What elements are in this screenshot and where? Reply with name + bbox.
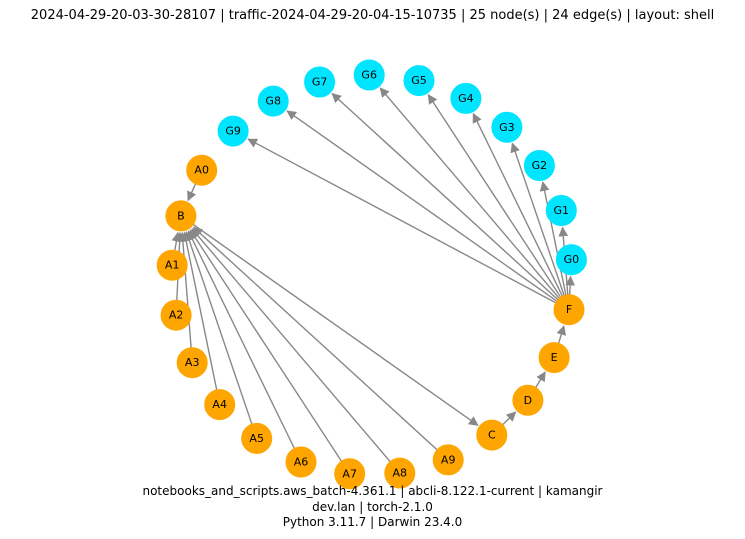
node-G5: G5 xyxy=(404,66,434,96)
page-footer: notebooks_and_scripts.aws_batch-4.361.1 … xyxy=(0,484,745,531)
node-G8: G8 xyxy=(258,86,288,116)
edge-F-G9 xyxy=(248,139,556,303)
node-G9: G9 xyxy=(218,116,248,146)
edge-A6-B xyxy=(188,231,294,448)
node-D: D xyxy=(513,385,543,415)
node-A9: A9 xyxy=(433,445,463,475)
graph-canvas: G0G1G2G3G4G5G6G7G8G9A0BA1A2A3A4A5A6A7A8A… xyxy=(0,0,745,539)
node-G0: G0 xyxy=(556,245,586,275)
edge-A9-B xyxy=(194,227,438,449)
edge-B-C xyxy=(193,225,478,426)
edge-F-G0 xyxy=(570,277,571,295)
nodes-layer: G0G1G2G3G4G5G6G7G8G9A0BA1A2A3A4A5A6A7A8A… xyxy=(157,60,586,489)
node-A4: A4 xyxy=(205,390,235,420)
node-A0: A0 xyxy=(187,155,217,185)
node-G7: G7 xyxy=(305,67,335,97)
footer-line-1: notebooks_and_scripts.aws_batch-4.361.1 … xyxy=(0,484,745,500)
edge-D-E xyxy=(536,372,546,387)
footer-line-3: Python 3.11.7 | Darwin 23.4.0 xyxy=(0,515,745,531)
edge-A3-B xyxy=(182,233,191,348)
edge-A8-B xyxy=(192,229,390,462)
edge-F-G7 xyxy=(332,94,558,300)
node-G1: G1 xyxy=(546,196,576,226)
node-C: C xyxy=(477,420,507,450)
node-A5: A5 xyxy=(242,423,272,453)
edge-A0-B xyxy=(188,184,196,201)
node-G6: G6 xyxy=(354,60,384,90)
footer-line-2: dev.lan | torch-2.1.0 xyxy=(0,500,745,516)
node-G2: G2 xyxy=(524,151,554,181)
node-G3: G3 xyxy=(492,112,522,142)
node-G4: G4 xyxy=(451,83,481,113)
edge-C-D xyxy=(503,412,516,425)
node-A1: A1 xyxy=(157,250,187,280)
edge-A1-B xyxy=(175,233,178,251)
node-B: B xyxy=(166,201,196,231)
node-A3: A3 xyxy=(177,348,207,378)
edge-E-F xyxy=(559,326,564,343)
node-A6: A6 xyxy=(286,447,316,477)
node-A2: A2 xyxy=(161,300,191,330)
node-E: E xyxy=(539,343,569,373)
node-F: F xyxy=(554,295,584,325)
edge-F-G6 xyxy=(380,88,559,298)
